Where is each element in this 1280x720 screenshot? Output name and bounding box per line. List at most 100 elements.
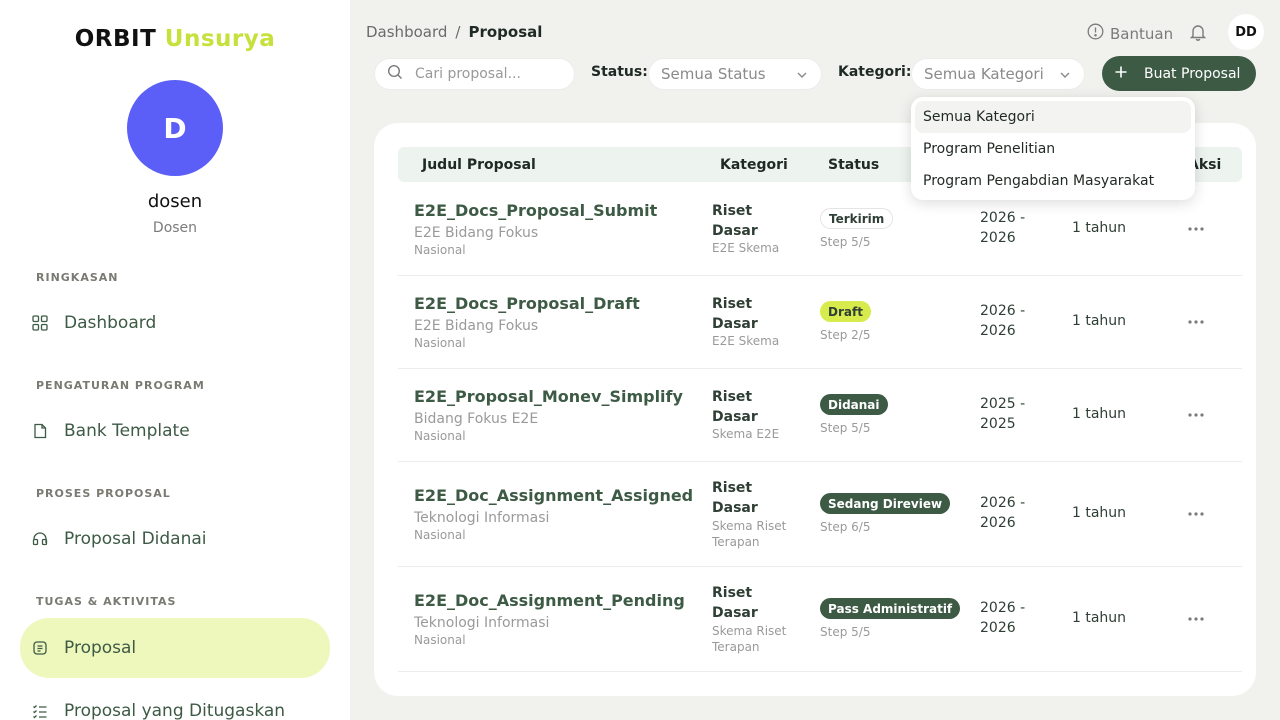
brand-logo: ORBIT Unsurya <box>0 26 350 52</box>
proposal-step: Step 5/5 <box>820 625 871 639</box>
proposal-level: Nasional <box>414 528 466 542</box>
proposal-level: Nasional <box>414 336 466 350</box>
proposal-skema: Skema Riset Terapan <box>712 519 787 549</box>
table-row[interactable]: E2E_Proposal_Monev_Simplify Bidang Fokus… <box>398 369 1242 462</box>
help-label: Bantuan <box>1110 24 1174 43</box>
search-input[interactable] <box>415 66 565 82</box>
funded-icon <box>32 531 48 547</box>
table-row[interactable]: E2E_Docs_Proposal_Draft E2E Bidang Fokus… <box>398 276 1242 369</box>
proposal-skema: Skema E2E <box>712 427 780 441</box>
grid-icon <box>32 315 48 331</box>
user-avatar-button[interactable]: DD <box>1228 14 1264 50</box>
status-badge: Didanai <box>820 394 888 415</box>
chevron-down-icon <box>795 68 809 86</box>
brand-name: ORBIT <box>74 26 157 52</box>
status-badge: Draft <box>820 301 871 322</box>
proposal-step: Step 6/5 <box>820 520 871 534</box>
proposal-step: Step 2/5 <box>820 328 871 342</box>
proposal-period: 2026 - 2026 <box>980 210 1026 246</box>
more-actions-icon[interactable] <box>1187 220 1205 242</box>
list-icon <box>32 703 48 719</box>
proposal-kategori: Riset Dasar <box>712 389 758 425</box>
proposal-duration: 1 tahun <box>1072 505 1127 521</box>
section-label-tugas: TUGAS & AKTIVITAS <box>36 595 177 608</box>
breadcrumb-current: Proposal <box>468 23 543 41</box>
proposal-level: Nasional <box>414 429 466 443</box>
proposal-title[interactable]: E2E_Docs_Proposal_Draft <box>414 294 640 313</box>
user-name: dosen <box>147 191 203 212</box>
kategori-option-pengabdian[interactable]: Program Pengabdian Masyarakat <box>915 165 1191 197</box>
proposal-bidang: Bidang Fokus E2E <box>414 411 539 427</box>
proposal-bidang: Teknologi Informasi <box>414 510 550 526</box>
proposal-kategori: Riset Dasar <box>712 480 758 516</box>
proposal-table-card: Judul Proposal Kategori Status Aksi E2E_… <box>374 123 1256 696</box>
sidebar-item-label: Dashboard <box>64 313 157 333</box>
column-header-judul: Judul Proposal <box>422 157 536 173</box>
more-actions-icon[interactable] <box>1187 505 1205 527</box>
table-row[interactable]: E2E_Doc_Assignment_Assigned Teknologi In… <box>398 462 1242 567</box>
proposal-period: 2026 - 2026 <box>980 303 1026 339</box>
breadcrumb: Dashboard / Proposal <box>366 23 542 41</box>
proposal-period: 2025 - 2025 <box>980 396 1026 432</box>
sidebar-item-label: Proposal <box>64 638 137 658</box>
proposal-bidang: Teknologi Informasi <box>414 615 550 631</box>
section-label-ringkasan: RINGKASAN <box>36 271 119 284</box>
status-badge: Terkirim <box>820 208 894 229</box>
breadcrumb-separator: / <box>455 23 461 41</box>
proposal-title[interactable]: E2E_Proposal_Monev_Simplify <box>414 387 683 406</box>
proposal-level: Nasional <box>414 243 466 257</box>
sidebar-item-bank-template[interactable]: Bank Template <box>20 402 330 460</box>
proposal-period: 2026 - 2026 <box>980 495 1026 531</box>
breadcrumb-root[interactable]: Dashboard <box>366 23 447 41</box>
search-box[interactable] <box>374 58 575 90</box>
sidebar: ORBIT Unsurya D dosen Dosen RINGKASAN Da… <box>0 0 350 720</box>
proposal-skema: E2E Skema <box>712 241 780 255</box>
proposal-kategori: Riset Dasar <box>712 203 758 239</box>
sidebar-item-label: Proposal yang Ditugaskan <box>64 701 286 720</box>
proposal-title[interactable]: E2E_Docs_Proposal_Submit <box>414 201 657 220</box>
proposal-step: Step 5/5 <box>820 235 871 249</box>
proposal-skema: Skema Riset Terapan <box>712 624 787 654</box>
proposal-period: 2026 - 2026 <box>980 600 1026 636</box>
kategori-option-penelitian[interactable]: Program Penelitian <box>915 133 1191 165</box>
proposal-bidang: E2E Bidang Fokus <box>414 225 539 241</box>
brand-suffix: Unsurya <box>164 26 276 52</box>
section-label-pengaturan: PENGATURAN PROGRAM <box>36 379 205 392</box>
status-select[interactable]: Semua Status <box>648 58 822 90</box>
bell-icon[interactable] <box>1188 22 1208 46</box>
create-proposal-button[interactable]: Buat Proposal <box>1102 56 1256 91</box>
proposal-skema: E2E Skema <box>712 334 780 348</box>
sidebar-item-proposal[interactable]: Proposal <box>20 618 330 678</box>
help-button[interactable]: Bantuan <box>1087 23 1173 44</box>
create-proposal-label: Buat Proposal <box>1144 65 1241 82</box>
proposal-kategori: Riset Dasar <box>712 585 758 621</box>
more-actions-icon[interactable] <box>1187 406 1205 428</box>
proposal-icon <box>32 640 48 656</box>
column-header-kategori: Kategori <box>720 157 788 173</box>
info-icon <box>1087 23 1104 44</box>
kategori-option-semua[interactable]: Semua Kategori <box>915 101 1191 133</box>
status-badge: Sedang Direview <box>820 493 951 514</box>
column-header-status: Status <box>828 157 880 173</box>
more-actions-icon[interactable] <box>1187 313 1205 335</box>
proposal-level: Nasional <box>414 633 466 647</box>
sidebar-item-label: Bank Template <box>64 421 190 441</box>
sidebar-item-proposal-didanai[interactable]: Proposal Didanai <box>20 510 330 568</box>
document-icon <box>32 423 48 439</box>
proposal-title[interactable]: E2E_Doc_Assignment_Assigned <box>414 486 693 505</box>
kategori-select[interactable]: Semua Kategori <box>911 58 1085 90</box>
chevron-down-icon <box>1058 68 1072 86</box>
proposal-kategori: Riset Dasar <box>712 296 758 332</box>
table-row[interactable]: E2E_Doc_Assignment_Pending Teknologi Inf… <box>398 567 1242 672</box>
proposal-duration: 1 tahun <box>1072 610 1127 626</box>
proposal-title[interactable]: E2E_Doc_Assignment_Pending <box>414 591 685 610</box>
sidebar-item-proposal-ditugaskan[interactable]: Proposal yang Ditugaskan <box>20 682 330 720</box>
more-actions-icon[interactable] <box>1187 610 1205 632</box>
kategori-dropdown-menu: Semua Kategori Program Penelitian Progra… <box>911 97 1195 200</box>
proposal-duration: 1 tahun <box>1072 220 1127 236</box>
sidebar-item-dashboard[interactable]: Dashboard <box>20 294 330 352</box>
status-badge: Pass Administratif <box>820 598 961 619</box>
status-select-value: Semua Status <box>661 65 766 83</box>
status-filter-label: Status: <box>591 64 648 80</box>
plus-icon <box>1114 65 1128 83</box>
